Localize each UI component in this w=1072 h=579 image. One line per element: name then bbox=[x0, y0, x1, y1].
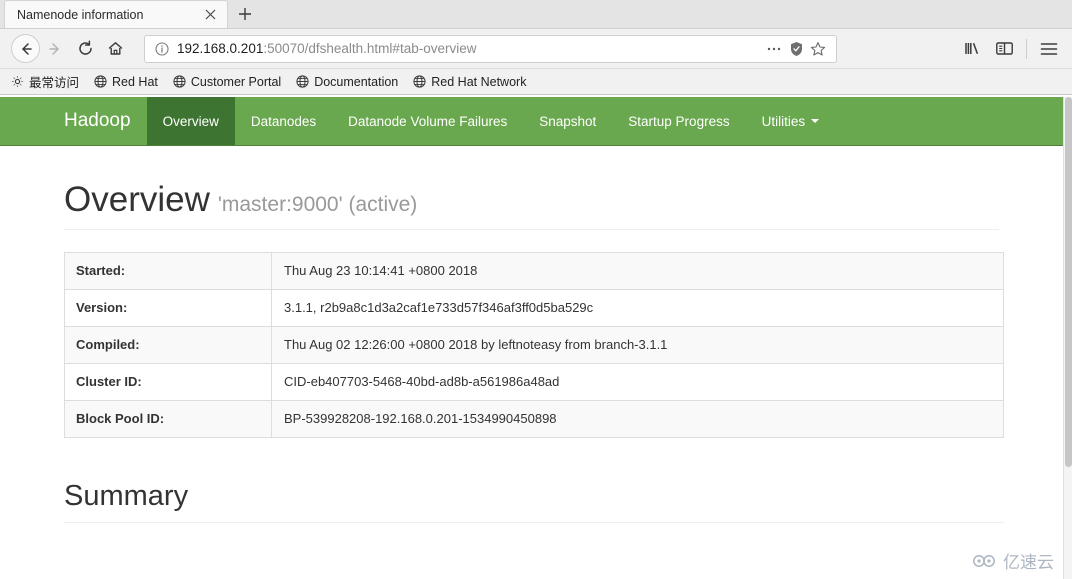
watermark-text: 亿速云 bbox=[1003, 553, 1054, 572]
shield-icon[interactable] bbox=[786, 39, 806, 59]
hamburger-menu-icon[interactable] bbox=[1034, 34, 1064, 64]
table-cell-value: 3.1.1, r2b9a8c1d3a2caf1e733d57f346af3ff0… bbox=[271, 288, 1004, 326]
close-icon[interactable] bbox=[201, 6, 219, 24]
address-bar-path: :50070/dfshealth.html#tab-overview bbox=[263, 41, 477, 56]
page-content: Overview 'master:9000' (active) Started: … bbox=[0, 146, 1063, 523]
bookmarks-bar: 最常访问 Red Hat Customer Portal Documentati… bbox=[0, 69, 1072, 95]
bookmark-item-customer-portal[interactable]: Customer Portal bbox=[172, 74, 289, 89]
nav-item-label: Utilities bbox=[761, 113, 806, 129]
tab-strip: Namenode information bbox=[0, 0, 1072, 29]
nav-item-label: Datanode Volume Failures bbox=[348, 113, 508, 129]
bookmark-label: Customer Portal bbox=[190, 74, 282, 89]
bookmark-item-red-hat[interactable]: Red Hat bbox=[93, 74, 166, 89]
page-title-text: Overview bbox=[64, 180, 210, 219]
overview-header: Overview 'master:9000' (active) bbox=[64, 146, 999, 230]
hadoop-navbar: Hadoop Overview Datanodes Datanode Volum… bbox=[0, 97, 1063, 146]
bookmark-label: Red Hat bbox=[112, 74, 158, 89]
chevron-down-icon bbox=[811, 119, 820, 123]
table-cell-value: Thu Aug 02 12:26:00 +0800 2018 by leftno… bbox=[271, 325, 1004, 363]
table-row: Started: Thu Aug 23 10:14:41 +0800 2018 bbox=[64, 252, 1004, 289]
globe-icon bbox=[412, 74, 427, 89]
page-title-subtitle: 'master:9000' (active) bbox=[217, 193, 418, 216]
page-viewport: Hadoop Overview Datanodes Datanode Volum… bbox=[0, 97, 1072, 579]
nav-item-label: Datanodes bbox=[250, 113, 317, 129]
reload-icon[interactable] bbox=[70, 34, 100, 64]
cloud-logo-icon bbox=[972, 553, 998, 568]
browser-tab-title: Namenode information bbox=[17, 7, 144, 22]
table-row: Version: 3.1.1, r2b9a8c1d3a2caf1e733d57f… bbox=[64, 288, 1004, 326]
table-cell-key: Compiled: bbox=[64, 325, 272, 363]
hadoop-page: Hadoop Overview Datanodes Datanode Volum… bbox=[0, 97, 1063, 579]
table-cell-key: Version: bbox=[64, 288, 272, 326]
ellipsis-icon[interactable] bbox=[764, 39, 784, 59]
bookmark-label: 最常访问 bbox=[29, 76, 80, 90]
hadoop-brand[interactable]: Hadoop bbox=[0, 97, 147, 145]
back-arrow-icon[interactable] bbox=[11, 34, 40, 63]
forward-arrow-icon[interactable] bbox=[40, 34, 70, 64]
new-tab-button[interactable] bbox=[230, 0, 260, 28]
table-cell-key: Cluster ID: bbox=[64, 362, 272, 400]
nav-item-datanodes[interactable]: Datanodes bbox=[235, 97, 332, 145]
address-bar-host: 192.168.0.201 bbox=[177, 41, 264, 56]
nav-item-datanode-volume-failures[interactable]: Datanode Volume Failures bbox=[332, 97, 523, 145]
globe-icon bbox=[172, 74, 187, 89]
overview-table: Started: Thu Aug 23 10:14:41 +0800 2018 … bbox=[64, 251, 1004, 438]
table-cell-value: CID-eb407703-5468-40bd-ad8b-a561986a48ad bbox=[271, 362, 1004, 400]
table-row: Block Pool ID: BP-539928208-192.168.0.20… bbox=[64, 399, 1004, 437]
browser-tab[interactable]: Namenode information bbox=[4, 0, 228, 28]
bookmark-label: Documentation bbox=[314, 74, 399, 89]
table-row: Compiled: Thu Aug 02 12:26:00 +0800 2018… bbox=[64, 325, 1004, 363]
table-row: Cluster ID: CID-eb407703-5468-40bd-ad8b-… bbox=[64, 362, 1004, 400]
nav-item-label: Startup Progress bbox=[628, 113, 730, 129]
watermark: 亿速云 bbox=[972, 548, 1054, 573]
address-bar-text: 192.168.0.201:50070/dfshealth.html#tab-o… bbox=[177, 41, 762, 56]
star-icon[interactable] bbox=[808, 39, 828, 59]
library-icon[interactable] bbox=[957, 34, 987, 64]
bookmark-item-most-visited[interactable]: 最常访问 bbox=[10, 72, 87, 91]
bookmark-item-documentation[interactable]: Documentation bbox=[295, 74, 406, 89]
star-settings-icon bbox=[10, 74, 25, 89]
nav-item-snapshot[interactable]: Snapshot bbox=[523, 97, 612, 145]
nav-item-label: Overview bbox=[162, 113, 219, 129]
page-scrollbar-thumb[interactable] bbox=[1065, 97, 1072, 467]
table-cell-value: Thu Aug 23 10:14:41 +0800 2018 bbox=[284, 263, 478, 278]
summary-heading: Summary bbox=[64, 480, 1004, 523]
bookmark-label: Red Hat Network bbox=[431, 74, 527, 89]
page-title: Overview 'master:9000' (active) bbox=[64, 180, 999, 220]
table-cell-key: Started: bbox=[64, 252, 272, 289]
bookmark-item-red-hat-network[interactable]: Red Hat Network bbox=[412, 74, 534, 89]
home-icon[interactable] bbox=[100, 34, 130, 64]
nav-item-startup-progress[interactable]: Startup Progress bbox=[612, 97, 745, 145]
page-scrollbar[interactable] bbox=[1063, 97, 1072, 579]
nav-item-label: Snapshot bbox=[539, 113, 597, 129]
toolbar-divider bbox=[1026, 38, 1027, 59]
table-cell-key: Block Pool ID: bbox=[64, 399, 272, 437]
globe-icon bbox=[295, 74, 310, 89]
browser-window: Namenode information 192.168.0.201:50070… bbox=[0, 0, 1072, 579]
table-cell-value: BP-539928208-192.168.0.201-1534990450898 bbox=[271, 399, 1004, 437]
sidebar-icon[interactable] bbox=[989, 34, 1019, 64]
nav-item-utilities[interactable]: Utilities bbox=[746, 97, 836, 145]
globe-icon bbox=[93, 74, 108, 89]
nav-item-overview[interactable]: Overview bbox=[146, 97, 235, 145]
page-info-icon[interactable] bbox=[153, 40, 171, 58]
address-bar[interactable]: 192.168.0.201:50070/dfshealth.html#tab-o… bbox=[144, 34, 837, 63]
toolbar-right-icons bbox=[957, 34, 1064, 64]
browser-toolbar: 192.168.0.201:50070/dfshealth.html#tab-o… bbox=[0, 29, 1072, 69]
